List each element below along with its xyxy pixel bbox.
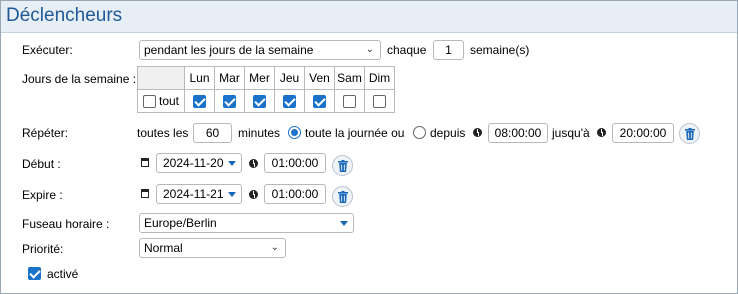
calendar-icon — [141, 158, 149, 167]
day-cell-dim — [364, 89, 395, 113]
expires-time-input[interactable]: 01:00:00 — [264, 184, 326, 204]
day-checkbox-lun[interactable] — [193, 95, 206, 108]
trash-icon — [338, 191, 348, 203]
day-checkbox-mar[interactable] — [223, 95, 236, 108]
repeat-label: Répéter: — [22, 126, 69, 140]
day-cell-lun — [184, 89, 215, 113]
all-days-cell: tout — [137, 89, 185, 113]
all-days-label: tout — [159, 94, 180, 108]
clock-icon — [597, 128, 606, 137]
day-header-mer: Mer — [244, 66, 275, 90]
day-cell-ven — [304, 89, 335, 113]
until-label: jusqu'à — [552, 126, 590, 140]
day-header-dim: Dim — [364, 66, 395, 90]
caret-down-icon — [340, 221, 348, 226]
execute-mode-value: pendant les jours de la semaine — [144, 43, 314, 57]
enabled-checkbox[interactable] — [28, 267, 41, 280]
allday-radio[interactable] — [288, 126, 301, 139]
day-checkbox-sam[interactable] — [343, 95, 356, 108]
day-cell-mar — [214, 89, 245, 113]
execute-mode-select[interactable]: pendant les jours de la semaine ⌄ — [139, 40, 381, 60]
panel-header: Déclencheurs — [1, 1, 737, 33]
weekdays-label: Jours de la semaine : — [22, 72, 137, 86]
chevron-down-icon: ⌄ — [270, 242, 279, 253]
day-checkbox-jeu[interactable] — [283, 95, 296, 108]
clear-start-button[interactable] — [332, 155, 353, 176]
from-time-input[interactable]: 08:00:00 — [488, 123, 548, 143]
since-radio[interactable] — [413, 126, 426, 139]
priority-select[interactable]: Normal ⌄ — [139, 238, 286, 258]
weekdays-header-blank — [137, 66, 185, 90]
enabled-label: activé — [47, 267, 79, 281]
timezone-value: Europe/Berlin — [144, 216, 217, 230]
day-header-sam: Sam — [334, 66, 365, 90]
every-weeks-input[interactable]: 1 — [433, 40, 464, 60]
all-days-checkbox[interactable] — [143, 95, 156, 108]
to-time-input[interactable]: 20:00:00 — [612, 123, 674, 143]
panel-title: Déclencheurs — [6, 5, 123, 26]
since-label: depuis — [430, 126, 466, 140]
chevron-down-icon: ⌄ — [365, 44, 374, 55]
day-cell-jeu — [274, 89, 305, 113]
day-checkbox-mer[interactable] — [253, 95, 266, 108]
day-checkbox-dim[interactable] — [373, 95, 386, 108]
clock-icon — [473, 128, 482, 137]
day-header-mar: Mar — [214, 66, 245, 90]
expires-date-select[interactable]: 2024-11-21 — [156, 184, 242, 204]
repeat-every-label: toutes les — [137, 126, 189, 140]
day-cell-sam — [334, 89, 365, 113]
start-date-value: 2024-11-20 — [163, 156, 224, 170]
allday-label: toute la journée ou — [305, 126, 405, 140]
weeks-unit-label: semaine(s) — [470, 43, 530, 57]
trash-icon — [338, 160, 348, 172]
clock-icon — [249, 159, 258, 168]
timezone-select[interactable]: Europe/Berlin — [139, 213, 354, 233]
minutes-label: minutes — [238, 126, 281, 140]
expires-date-value: 2024-11-21 — [163, 187, 224, 201]
start-date-select[interactable]: 2024-11-20 — [156, 153, 242, 173]
clock-icon — [249, 190, 258, 199]
day-header-jeu: Jeu — [274, 66, 305, 90]
caret-down-icon — [228, 192, 236, 197]
timezone-label: Fuseau horaire : — [22, 217, 110, 231]
trash-icon — [685, 128, 695, 140]
priority-value: Normal — [144, 241, 183, 255]
priority-label: Priorité: — [22, 242, 64, 256]
expires-label: Expire : — [22, 188, 63, 202]
start-label: Début : — [22, 157, 61, 171]
start-time-input[interactable]: 01:00:00 — [264, 153, 326, 173]
day-header-lun: Lun — [184, 66, 215, 90]
weekdays-table: Lun Mar Mer Jeu Ven Sam Dim tout — [137, 66, 395, 113]
every-label: chaque — [387, 43, 427, 57]
clear-expires-button[interactable] — [332, 186, 353, 207]
day-cell-mer — [244, 89, 275, 113]
repeat-interval-input[interactable]: 60 — [193, 123, 232, 143]
day-checkbox-ven[interactable] — [313, 95, 326, 108]
clear-repeat-button[interactable] — [679, 123, 700, 144]
calendar-icon — [141, 189, 149, 198]
day-header-ven: Ven — [304, 66, 335, 90]
execute-label: Exécuter: — [22, 43, 73, 57]
triggers-panel: Déclencheurs Exécuter: pendant les jours… — [0, 0, 738, 294]
caret-down-icon — [228, 161, 236, 166]
